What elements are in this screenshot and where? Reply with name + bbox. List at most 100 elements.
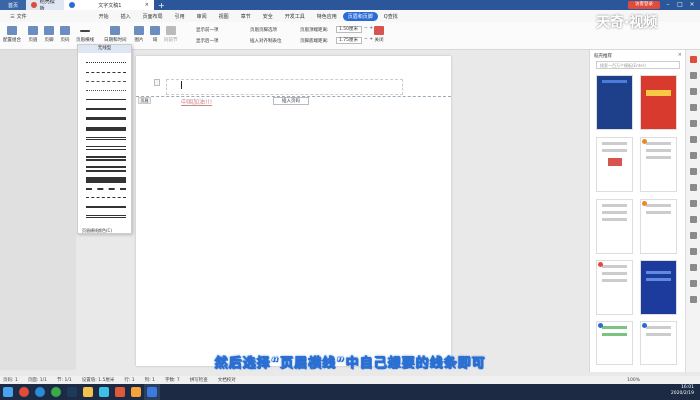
insert-tab-stop-button[interactable]: 插入对齐制表位: [250, 38, 282, 44]
header-area[interactable]: [166, 79, 403, 95]
line-option-dash-dot[interactable]: [86, 197, 126, 198]
field-button[interactable]: 域: [150, 26, 160, 43]
table-icon[interactable]: [690, 184, 697, 191]
line-option-double-thick[interactable]: [86, 146, 126, 150]
taskbar-app-ie[interactable]: [32, 384, 48, 400]
config-group-button[interactable]: 配置组合: [3, 26, 21, 43]
footer-bottom-input[interactable]: 1.75厘米: [336, 37, 362, 44]
line-option-thick[interactable]: [86, 117, 126, 120]
shape-icon[interactable]: [690, 104, 697, 111]
line-option-solid-2[interactable]: [86, 206, 126, 208]
menu-insert[interactable]: 插入: [115, 13, 137, 20]
close-tab-icon[interactable]: ×: [145, 2, 149, 8]
minimize-icon[interactable]: –: [662, 0, 674, 10]
picture-button[interactable]: 图片: [134, 26, 144, 43]
date-time-button[interactable]: 日期和时间: [104, 26, 127, 43]
list-icon[interactable]: [690, 168, 697, 175]
document-icon[interactable]: [690, 200, 697, 207]
taskbar-app-chrome[interactable]: [48, 384, 64, 400]
cursor-icon[interactable]: [690, 72, 697, 79]
share-icon[interactable]: [690, 216, 697, 223]
taskbar-app-ps[interactable]: [64, 384, 80, 400]
login-button[interactable]: 访客登录: [628, 1, 660, 9]
history-icon[interactable]: [690, 264, 697, 271]
tab-document[interactable]: 文字文稿1 ×: [64, 0, 154, 10]
header-footer-options-button[interactable]: 页眉页脚选项: [250, 27, 277, 33]
menu-search[interactable]: Q查找: [378, 13, 404, 20]
line-option-double[interactable]: [86, 137, 126, 140]
menu-header-footer[interactable]: 页眉和页脚: [342, 11, 378, 21]
template-thumb[interactable]: [640, 75, 677, 130]
menu-features[interactable]: 特色应用: [311, 13, 343, 20]
template-search-input[interactable]: 搜索一百万个模板(Enter): [596, 61, 680, 69]
spell-check-button[interactable]: 拼写检查: [190, 377, 208, 383]
new-tab-icon[interactable]: +: [154, 1, 169, 10]
template-thumb[interactable]: [640, 137, 677, 192]
menu-references[interactable]: 引用: [169, 13, 191, 20]
template-thumb[interactable]: [596, 260, 633, 315]
line-option-dash-fine[interactable]: [86, 81, 126, 82]
body-text[interactable]: 中国加油!!!: [181, 97, 212, 106]
header-line-button[interactable]: 页眉横线: [76, 26, 94, 43]
menu-developer[interactable]: 开发工具: [279, 13, 311, 20]
template-thumb[interactable]: [596, 75, 633, 130]
menu-home[interactable]: 开始: [93, 13, 115, 20]
maximize-icon[interactable]: □: [674, 0, 686, 10]
template-thumb[interactable]: [596, 199, 633, 254]
template-thumb[interactable]: [640, 260, 677, 315]
line-option-thick-thin[interactable]: [86, 156, 126, 161]
cloud-icon[interactable]: [690, 280, 697, 287]
style-icon[interactable]: [690, 120, 697, 127]
location-icon[interactable]: [690, 88, 697, 95]
insert-page-number-button[interactable]: 插入页码: [273, 97, 309, 105]
template-thumb[interactable]: [596, 137, 633, 192]
line-option-dot-fine[interactable]: [86, 90, 126, 91]
shield-icon[interactable]: [690, 136, 697, 143]
menu-layout[interactable]: 页面布局: [137, 13, 169, 20]
zoom-level[interactable]: 100%: [627, 378, 640, 383]
recommend-icon[interactable]: [690, 56, 697, 63]
show-next-button[interactable]: 显示后一项: [196, 38, 219, 44]
line-option-double-2[interactable]: [86, 215, 126, 218]
collaborate-icon[interactable]: [690, 248, 697, 255]
page-number-button[interactable]: 页码: [60, 26, 70, 43]
proofread-button[interactable]: 文档校对: [218, 377, 236, 383]
tab-home[interactable]: 首页: [0, 0, 26, 10]
no-line-option[interactable]: 无线型: [78, 45, 131, 53]
close-header-footer-button[interactable]: 关闭: [374, 26, 384, 43]
line-option-dashed[interactable]: [86, 72, 126, 73]
line-option-medium[interactable]: [86, 108, 126, 110]
start-button[interactable]: [0, 384, 16, 400]
taskbar-app-media[interactable]: [96, 384, 112, 400]
taskbar-app-browser[interactable]: [16, 384, 32, 400]
translate-icon[interactable]: [690, 232, 697, 239]
template-thumb[interactable]: [640, 199, 677, 254]
header-top-stepper[interactable]: − +: [364, 26, 373, 31]
line-option-triple[interactable]: [86, 177, 126, 183]
header-line-color-option[interactable]: 页眉横线颜色(C): [82, 228, 112, 234]
header-top-input[interactable]: 1.50厘米: [336, 26, 362, 33]
chart-icon[interactable]: [690, 152, 697, 159]
header-button[interactable]: 页眉: [28, 26, 38, 43]
close-window-icon[interactable]: ×: [686, 0, 698, 10]
gear-icon[interactable]: [690, 296, 697, 303]
footer-button[interactable]: 页脚: [44, 26, 54, 43]
taskbar-app-folder[interactable]: [80, 384, 96, 400]
line-option-thin[interactable]: [86, 99, 126, 100]
line-option-wavy[interactable]: [86, 188, 126, 190]
tab-template[interactable]: 稻壳模板: [26, 0, 64, 12]
taskbar-app-editor[interactable]: [128, 384, 144, 400]
show-previous-button[interactable]: 显示前一项: [196, 27, 219, 33]
line-option-dotted[interactable]: [86, 62, 126, 63]
line-option-thin-thick[interactable]: [86, 166, 126, 172]
panel-close-icon[interactable]: ×: [678, 52, 682, 58]
taskbar-app-writer[interactable]: [144, 384, 160, 400]
header-options-icon[interactable]: [154, 79, 160, 86]
menu-file[interactable]: 三 文件: [4, 13, 33, 20]
taskbar-app-wps[interactable]: [112, 384, 128, 400]
menu-section[interactable]: 章节: [235, 13, 257, 20]
same-as-previous-button[interactable]: 同前节: [164, 26, 178, 43]
footer-bottom-stepper[interactable]: − +: [364, 37, 373, 42]
menu-view[interactable]: 视图: [213, 13, 235, 20]
menu-security[interactable]: 安全: [257, 13, 279, 20]
